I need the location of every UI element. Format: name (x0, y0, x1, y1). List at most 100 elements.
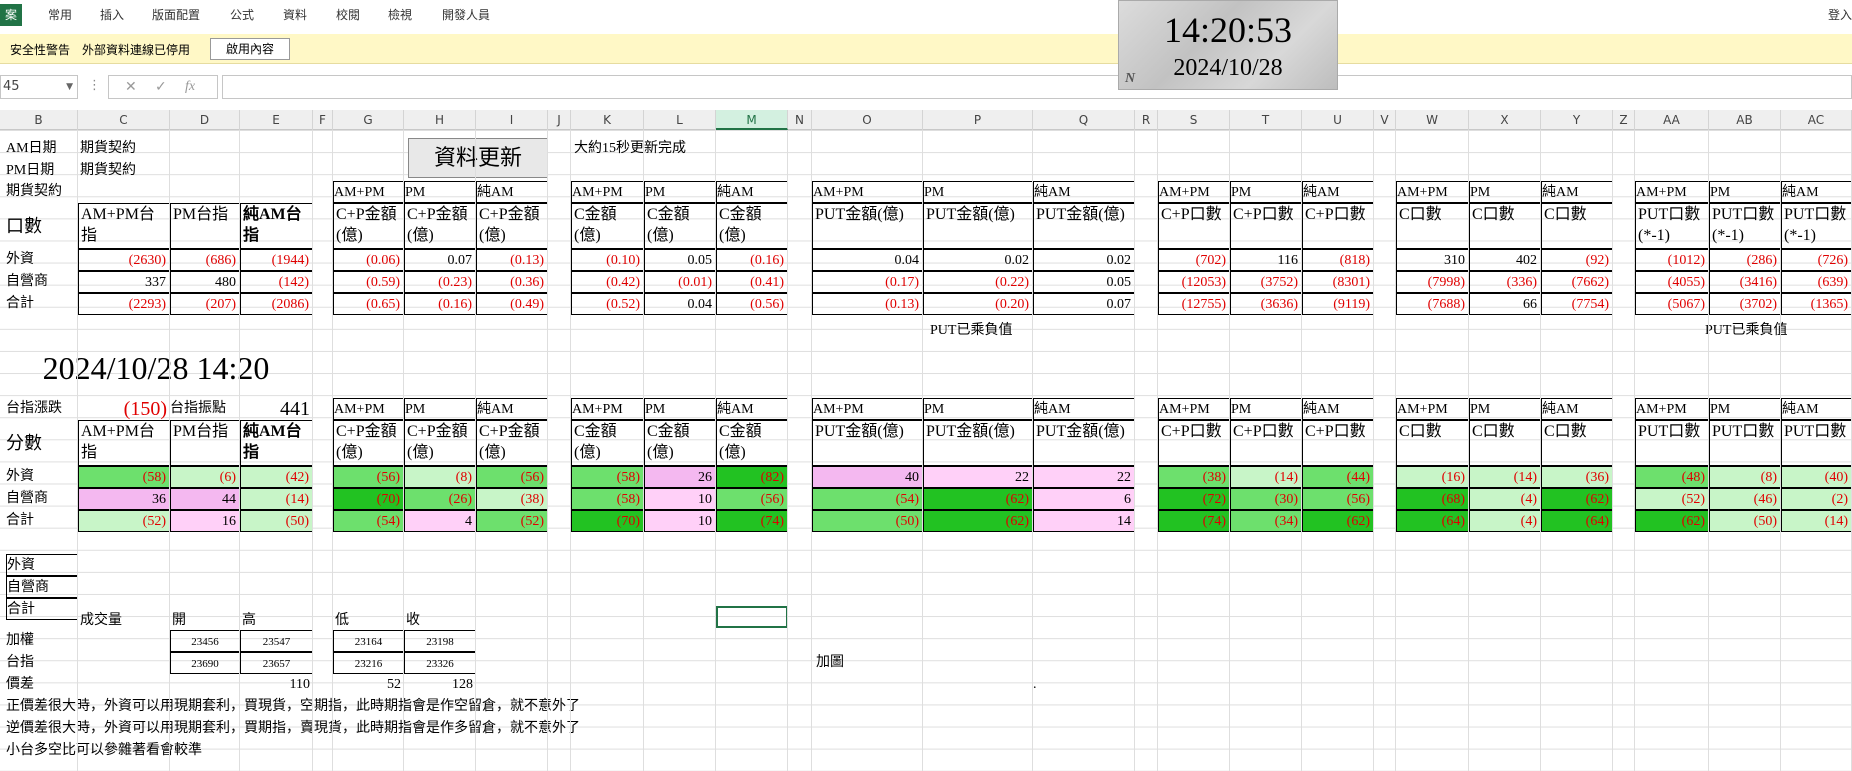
column-header-x[interactable]: X (1469, 110, 1541, 130)
group-header-4-2: 純AM (1302, 398, 1374, 420)
column-header-o[interactable]: O (812, 110, 923, 130)
column-header-l[interactable]: L (644, 110, 716, 130)
close-value: 23326 (404, 652, 476, 674)
column-header-i[interactable]: I (476, 110, 548, 130)
value-cell: (64) (1541, 510, 1613, 532)
value-cell: (14) (1781, 510, 1852, 532)
grid-line (1612, 130, 1613, 771)
value-cell: 22 (1033, 466, 1135, 488)
column-header-k[interactable]: K (571, 110, 644, 130)
grid-line (1468, 130, 1469, 771)
column-header-q[interactable]: Q (1033, 110, 1135, 130)
tab-insert[interactable]: 插入 (100, 6, 124, 23)
column-header-n[interactable]: N (788, 110, 812, 130)
group-header-4-1: PM (1230, 181, 1302, 203)
tab-view[interactable]: 檢視 (388, 6, 412, 23)
column-label-1-2: C+P金額(億) (476, 203, 548, 249)
grid-line (1780, 130, 1781, 771)
group-header-4-2: 純AM (1302, 181, 1374, 203)
column-header-z[interactable]: Z (1613, 110, 1635, 130)
value-cell: (62) (923, 510, 1033, 532)
tab-home[interactable]: 常用 (48, 6, 72, 23)
column-header-g[interactable]: G (333, 110, 404, 130)
put-note-2: PUT已乘負值 (1705, 323, 1788, 338)
value-cell: 337 (78, 271, 170, 293)
column-header-m[interactable]: M (716, 110, 788, 130)
group-header-3-2: 純AM (1033, 398, 1135, 420)
login-link[interactable]: 登入 (1828, 6, 1852, 23)
grid-line (77, 130, 78, 771)
column-header-u[interactable]: U (1302, 110, 1374, 130)
group-header-1-2: 純AM (476, 398, 548, 420)
column-header-f[interactable]: F (313, 110, 333, 130)
group-header-3-1: PM (923, 398, 1033, 420)
more-icon: ⋮ (88, 78, 101, 93)
value-cell: (74) (716, 510, 788, 532)
extra-row-2: 合計 (6, 598, 78, 620)
value-cell: (70) (333, 488, 404, 510)
enter-icon[interactable]: ✓ (155, 76, 167, 98)
name-box[interactable]: 45 ▼ (0, 75, 78, 99)
tab-developer[interactable]: 開發人員 (442, 6, 490, 23)
value-cell: (52) (476, 510, 548, 532)
column-header-p[interactable]: P (923, 110, 1033, 130)
value-cell: (50) (240, 510, 313, 532)
row-label-0: 外資 (6, 252, 34, 267)
column-header-v[interactable]: V (1374, 110, 1396, 130)
value-cell: 26 (644, 466, 716, 488)
chevron-down-icon[interactable]: ▼ (66, 76, 73, 98)
tab-review[interactable]: 校閱 (336, 6, 360, 23)
ribbon: 案 常用 插入 版面配置 公式 資料 校閱 檢視 開發人員 登入 (0, 0, 1852, 30)
column-header-h[interactable]: H (404, 110, 476, 130)
column-label-5-0: C口數 (1396, 203, 1469, 249)
column-label-6-1: PUT口數(*-1) (1709, 203, 1781, 249)
tab-layout[interactable]: 版面配置 (152, 6, 200, 23)
value-cell: (4) (1469, 488, 1541, 510)
value-cell: (38) (476, 488, 548, 510)
value-cell: 310 (1396, 249, 1469, 271)
value-cell: (0.13) (812, 293, 923, 315)
file-tab[interactable]: 案 (0, 4, 22, 26)
column-header-d[interactable]: D (170, 110, 240, 130)
open-value: 23456 (170, 630, 240, 652)
column-header-b[interactable]: B (0, 110, 78, 130)
cancel-icon[interactable]: ✕ (125, 76, 137, 98)
refresh-button[interactable]: 資料更新 (408, 138, 548, 178)
value-cell: (12053) (1158, 271, 1230, 293)
column-header-e[interactable]: E (240, 110, 313, 130)
formula-bar: 45 ▼ ⋮ ✕ ✓ fx (0, 72, 1852, 102)
column-header-c[interactable]: C (78, 110, 170, 130)
column-header-r[interactable]: R (1135, 110, 1158, 130)
formula-input[interactable] (222, 75, 1852, 99)
column-label-4-1: C+P口數 (1230, 420, 1302, 466)
tab-formulas[interactable]: 公式 (230, 6, 254, 23)
column-label-0-1: PM台指 (170, 203, 240, 249)
value-cell: (58) (571, 488, 644, 510)
units-label-2: 分數 (6, 433, 42, 453)
grid-line (1373, 130, 1374, 771)
grid-line (169, 130, 170, 771)
value-cell: (44) (1302, 466, 1374, 488)
value-cell: (46) (1709, 488, 1781, 510)
column-header-t[interactable]: T (1230, 110, 1302, 130)
column-label-2-1: C金額(億) (644, 203, 716, 249)
group-header-2-2: 純AM (716, 398, 788, 420)
column-header-y[interactable]: Y (1541, 110, 1613, 130)
column-header-ac[interactable]: AC (1781, 110, 1852, 130)
column-header-w[interactable]: W (1396, 110, 1469, 130)
column-header-j[interactable]: J (548, 110, 571, 130)
value-cell: (58) (78, 466, 170, 488)
enable-content-button[interactable]: 啟用內容 (210, 38, 290, 60)
tab-data[interactable]: 資料 (283, 6, 307, 23)
column-label-5-0: C口數 (1396, 420, 1469, 466)
column-header-ab[interactable]: AB (1709, 110, 1781, 130)
grid-line (570, 130, 571, 771)
column-header-aa[interactable]: AA (1635, 110, 1709, 130)
group-header-5-2: 純AM (1541, 181, 1613, 203)
column-header-s[interactable]: S (1158, 110, 1230, 130)
value-cell: (54) (333, 510, 404, 532)
function-icon[interactable]: fx (185, 76, 195, 98)
selected-cell[interactable] (716, 606, 788, 628)
value-cell: (2086) (240, 293, 313, 315)
